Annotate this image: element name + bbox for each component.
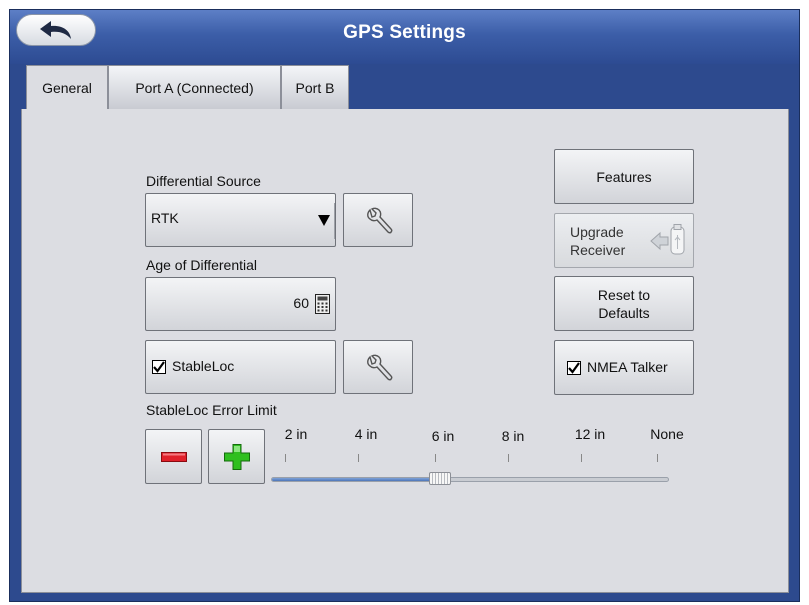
tab-port-b[interactable]: Port B: [281, 65, 349, 110]
plus-icon: [224, 444, 250, 470]
differential-source-label: Differential Source: [146, 173, 261, 189]
upgrade-receiver-line1: Upgrade: [570, 224, 624, 240]
differential-settings-button[interactable]: [343, 193, 413, 247]
page-title: GPS Settings: [343, 22, 466, 43]
age-of-differential-label: Age of Differential: [146, 257, 258, 273]
age-of-differential-input[interactable]: 60: [145, 277, 336, 331]
tick-mark: [657, 454, 658, 462]
tick-mark: [285, 454, 286, 462]
gps-settings-window: GPS Settings General Port A (Connected) …: [9, 9, 800, 602]
slider-track[interactable]: [271, 477, 669, 482]
tick-mark: [358, 454, 359, 462]
features-label: Features: [596, 168, 652, 185]
stableloc-toggle[interactable]: StableLoc: [145, 340, 336, 394]
tab-general[interactable]: General: [26, 65, 108, 112]
tick-label-2in: 2 in: [284, 426, 308, 442]
checkmark-icon: [153, 361, 165, 373]
differential-source-dropdown[interactable]: RTK: [145, 193, 336, 247]
wrench-icon: [367, 354, 393, 381]
nmea-talker-label: NMEA Talker: [587, 359, 668, 375]
dropdown-divider: [334, 203, 335, 239]
calculator-icon: [315, 294, 330, 314]
nmea-talker-checkbox[interactable]: [567, 361, 581, 375]
chevron-down-icon: [318, 215, 330, 226]
stableloc-settings-button[interactable]: [343, 340, 413, 394]
slider-fill: [272, 478, 436, 481]
title-bar: GPS Settings: [10, 10, 799, 64]
wrench-icon: [367, 207, 393, 234]
age-of-differential-value: 60: [293, 295, 309, 311]
upgrade-receiver-line2: Receiver: [570, 242, 626, 258]
tick-mark: [508, 454, 509, 462]
increase-button[interactable]: [208, 429, 265, 484]
error-limit-slider[interactable]: [271, 470, 669, 488]
stableloc-error-limit-label: StableLoc Error Limit: [146, 402, 277, 418]
tick-label-none: None: [650, 426, 684, 442]
tick-label-12in: 12 in: [574, 426, 606, 442]
decrease-button[interactable]: [145, 429, 202, 484]
tick-label-8in: 8 in: [501, 428, 525, 444]
features-button[interactable]: Features: [554, 149, 694, 204]
reset-to-defaults-label: Reset to Defaults: [555, 286, 693, 322]
upgrade-receiver-label: Upgrade Receiver: [570, 223, 625, 259]
reset-line2: Defaults: [598, 304, 650, 321]
usb-drive-arrow-icon: [650, 224, 685, 255]
tab-general-label: General: [42, 80, 92, 96]
reset-line1: Reset to: [597, 286, 651, 303]
tick-mark: [435, 454, 436, 462]
stableloc-label: StableLoc: [172, 358, 235, 374]
differential-source-value: RTK: [151, 210, 179, 226]
tab-port-a[interactable]: Port A (Connected): [108, 65, 281, 110]
tick-mark: [581, 454, 582, 462]
tab-port-a-label: Port A (Connected): [135, 80, 254, 96]
tab-port-b-label: Port B: [295, 80, 335, 96]
checkmark-icon: [568, 362, 580, 374]
stableloc-checkbox[interactable]: [152, 360, 166, 374]
upgrade-receiver-button[interactable]: Upgrade Receiver: [554, 213, 694, 268]
reset-to-defaults-button[interactable]: Reset to Defaults: [554, 276, 694, 331]
tick-label-6in: 6 in: [431, 428, 455, 444]
minus-icon: [161, 452, 187, 462]
nmea-talker-toggle[interactable]: NMEA Talker: [554, 340, 694, 395]
tick-label-4in: 4 in: [354, 426, 378, 442]
general-panel: Differential Source RTK Age of Different…: [21, 109, 789, 593]
slider-thumb[interactable]: [429, 472, 452, 485]
